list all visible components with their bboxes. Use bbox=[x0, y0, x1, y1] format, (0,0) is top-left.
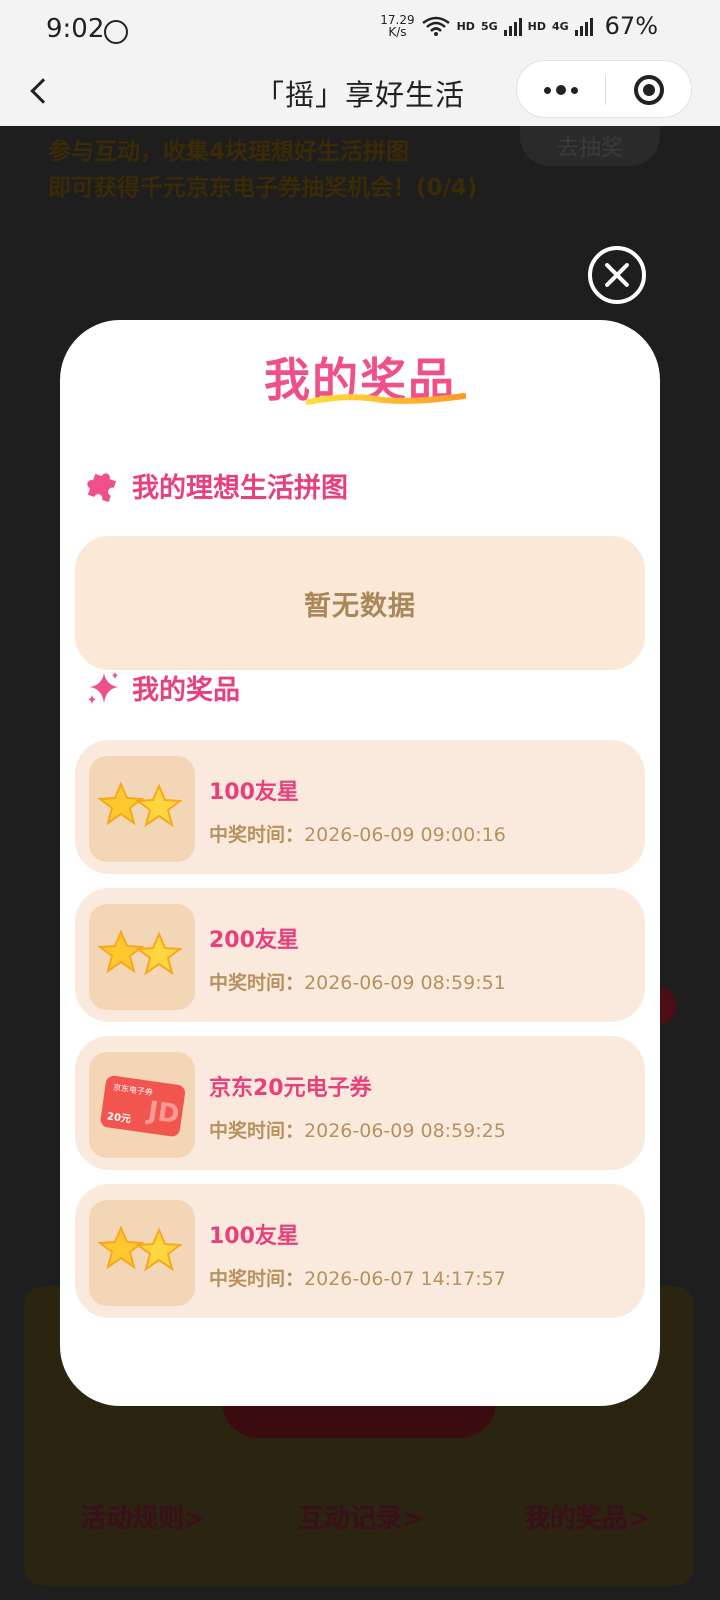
stars-icon bbox=[97, 929, 183, 976]
bg-intro-line-2: 即可获得千元京东电子券抽奖机会！(0/4) bbox=[48, 175, 478, 201]
hd-label-1: HD bbox=[456, 19, 475, 33]
bg-footer-prizes: 我的奖品> bbox=[524, 1504, 650, 1534]
network-4g-label: 4G bbox=[551, 19, 569, 33]
prize-time-label: 中奖时间： bbox=[209, 972, 305, 994]
prize-name: 200友星 bbox=[209, 928, 299, 953]
status-bar: 9:02 17.29 K/s HD 5G HD 4G 67% bbox=[0, 0, 720, 60]
prize-item[interactable]: 京东电子券 JD 20元 京东20元电子券 中奖时间：2026-06-09 08… bbox=[75, 1036, 645, 1170]
bg-footer-rules: 活动规则> bbox=[80, 1504, 206, 1534]
nav-bar: 「摇」享好生活 bbox=[0, 60, 720, 126]
signal-bars-icon-2 bbox=[574, 16, 593, 36]
stars-icon bbox=[97, 781, 183, 828]
jd-coupon-icon: 京东电子券 JD 20元 bbox=[100, 1075, 186, 1137]
prize-item[interactable]: 200友星 中奖时间：2026-06-09 08:59:51 bbox=[75, 888, 645, 1022]
prizes-section-header: 我的奖品 bbox=[84, 668, 240, 707]
prize-time-value: 2026-06-09 08:59:25 bbox=[304, 1120, 506, 1142]
prize-time-label: 中奖时间： bbox=[209, 1120, 305, 1142]
compass-icon bbox=[104, 20, 128, 44]
puzzle-section-header: 我的理想生活拼图 bbox=[84, 466, 348, 505]
prize-item[interactable]: 100友星 中奖时间：2026-06-09 09:00:16 bbox=[75, 740, 645, 874]
bg-footer-records: 互动记录> bbox=[298, 1504, 424, 1534]
prizes-section-label: 我的奖品 bbox=[132, 675, 240, 706]
prize-thumbnail bbox=[89, 756, 195, 862]
prize-time: 中奖时间：2026-06-07 14:17:57 bbox=[209, 1264, 506, 1291]
empty-state-text: 暂无数据 bbox=[304, 590, 416, 622]
prize-thumbnail: 京东电子券 JD 20元 bbox=[89, 1052, 195, 1158]
title-underline-decoration bbox=[306, 393, 466, 405]
net-speed-unit: K/s bbox=[388, 25, 407, 39]
prize-time-label: 中奖时间： bbox=[209, 824, 305, 846]
prize-name: 100友星 bbox=[209, 780, 299, 805]
prize-time-label: 中奖时间： bbox=[209, 1268, 305, 1290]
mini-program-capsule bbox=[516, 60, 692, 118]
prize-time-value: 2026-06-09 08:59:51 bbox=[304, 972, 506, 994]
stars-icon bbox=[97, 1225, 183, 1272]
status-time: 9:02 bbox=[46, 14, 105, 44]
hd-label-2: HD bbox=[527, 19, 546, 33]
network-5g-label: 5G bbox=[480, 19, 498, 33]
sparkle-icon bbox=[88, 671, 118, 704]
prize-time: 中奖时间：2026-06-09 08:59:25 bbox=[209, 1116, 506, 1143]
prize-list: 100友星 中奖时间：2026-06-09 09:00:16 200友星 中奖时… bbox=[75, 740, 645, 1332]
wifi-icon bbox=[421, 16, 450, 36]
my-prizes-modal: 我的奖品 我的理想生活拼图 暂无数据 我的奖品 100友星 中奖时间：2026-… bbox=[60, 320, 660, 1406]
modal-close-button[interactable] bbox=[588, 246, 646, 304]
prize-time: 中奖时间：2026-06-09 08:59:51 bbox=[209, 968, 506, 995]
exit-mini-program-button[interactable] bbox=[605, 61, 693, 119]
prize-thumbnail bbox=[89, 904, 195, 1010]
prize-item[interactable]: 100友星 中奖时间：2026-06-07 14:17:57 bbox=[75, 1184, 645, 1318]
bg-draw-button: 去抽奖 bbox=[520, 126, 660, 166]
prize-thumbnail bbox=[89, 1200, 195, 1306]
puzzle-empty-state: 暂无数据 bbox=[75, 536, 645, 670]
svg-text:JD: JD bbox=[144, 1096, 181, 1130]
status-indicators: 17.29 K/s HD 5G HD 4G 67% bbox=[380, 12, 658, 40]
battery-percent: 67% bbox=[604, 12, 658, 40]
prize-time: 中奖时间：2026-06-09 09:00:16 bbox=[209, 820, 506, 847]
net-speed: 17.29 K/s bbox=[380, 14, 414, 38]
more-button[interactable] bbox=[517, 61, 605, 119]
target-icon bbox=[634, 75, 664, 105]
prize-name: 京东20元电子券 bbox=[209, 1076, 372, 1101]
signal-bars-icon-1 bbox=[503, 16, 522, 36]
prize-name: 100友星 bbox=[209, 1224, 299, 1249]
puzzle-section-label: 我的理想生活拼图 bbox=[132, 473, 348, 504]
puzzle-piece-icon bbox=[87, 472, 117, 502]
prize-time-value: 2026-06-09 09:00:16 bbox=[304, 824, 506, 846]
prize-time-value: 2026-06-07 14:17:57 bbox=[304, 1268, 506, 1290]
bg-intro-line-1: 参与互动，收集4块理想好生活拼图 bbox=[48, 139, 410, 165]
